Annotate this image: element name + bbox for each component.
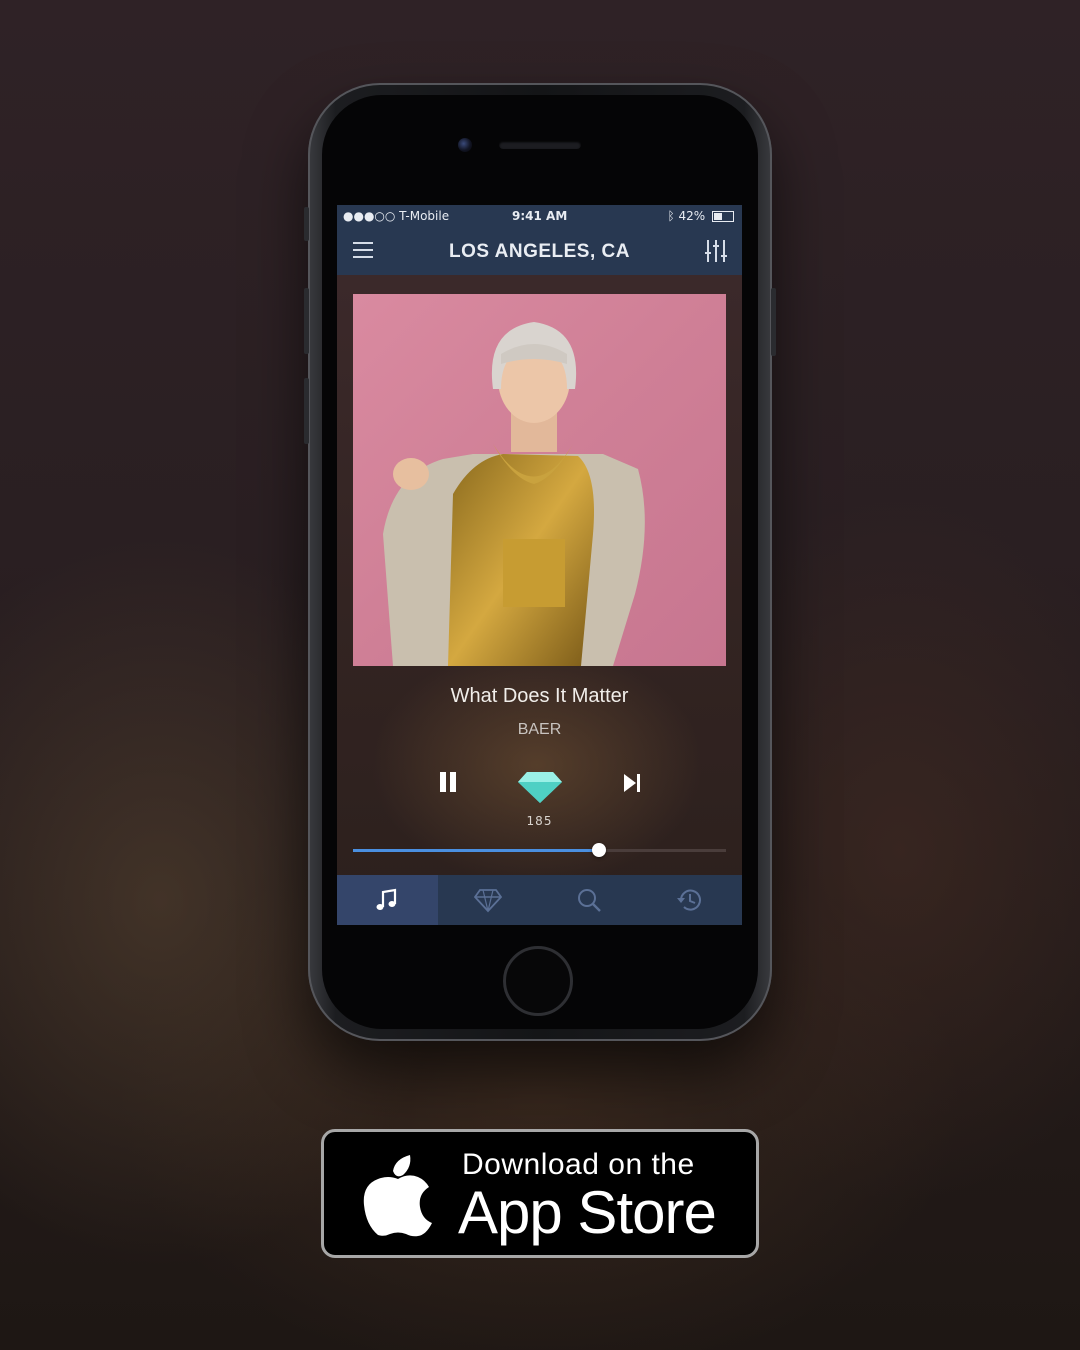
tab-search[interactable]	[539, 875, 640, 925]
front-camera	[458, 138, 472, 152]
artist-portrait-image	[383, 322, 645, 666]
app-screen: ●●●○○ T-Mobile 9:41 AM ᛒ 42% LOS ANGELES…	[337, 205, 742, 925]
progress-bar[interactable]	[353, 843, 726, 857]
volume-down-button	[304, 378, 309, 444]
tab-history[interactable]	[640, 875, 741, 925]
badge-download-text: Download on the	[462, 1148, 695, 1181]
app-store-badge[interactable]: Download on the App Store	[321, 1129, 759, 1258]
mute-switch	[304, 207, 309, 241]
power-button	[771, 288, 776, 356]
history-icon	[677, 889, 701, 911]
skip-next-icon[interactable]	[621, 772, 643, 794]
tab-gems[interactable]	[438, 875, 539, 925]
gem-count: 185	[526, 814, 553, 828]
nav-bar: LOS ANGELES, CA	[337, 227, 742, 275]
volume-up-button	[304, 288, 309, 354]
home-button[interactable]	[503, 946, 573, 1016]
bluetooth-icon: ᛒ	[667, 209, 675, 223]
track-title: What Does It Matter	[450, 685, 629, 707]
battery-icon	[712, 211, 734, 222]
status-bar: ●●●○○ T-Mobile 9:41 AM ᛒ 42%	[337, 205, 742, 227]
album-artwork	[353, 294, 726, 666]
progress-thumb[interactable]	[592, 843, 607, 857]
search-icon	[578, 889, 601, 912]
sliders-icon[interactable]	[704, 239, 728, 263]
battery-label: 42%	[678, 209, 706, 223]
music-note-icon	[376, 888, 397, 910]
progress-fill	[353, 849, 600, 852]
tab-bar	[337, 875, 742, 925]
apple-logo-icon	[363, 1155, 432, 1237]
pause-button[interactable]	[438, 772, 458, 794]
badge-app-store-text: App Store	[458, 1179, 717, 1246]
status-right: ᛒ 42%	[667, 209, 734, 223]
location-title[interactable]: LOS ANGELES, CA	[337, 241, 742, 263]
earpiece-speaker	[499, 141, 581, 149]
diamond-outline-icon	[474, 889, 502, 913]
carrier-label: ●●●○○ T-Mobile	[343, 209, 450, 223]
clock-label: 9:41 AM	[512, 209, 568, 223]
diamond-icon[interactable]	[517, 770, 563, 804]
tab-now-playing[interactable]	[337, 875, 438, 925]
track-artist[interactable]: BAER	[337, 721, 742, 739]
